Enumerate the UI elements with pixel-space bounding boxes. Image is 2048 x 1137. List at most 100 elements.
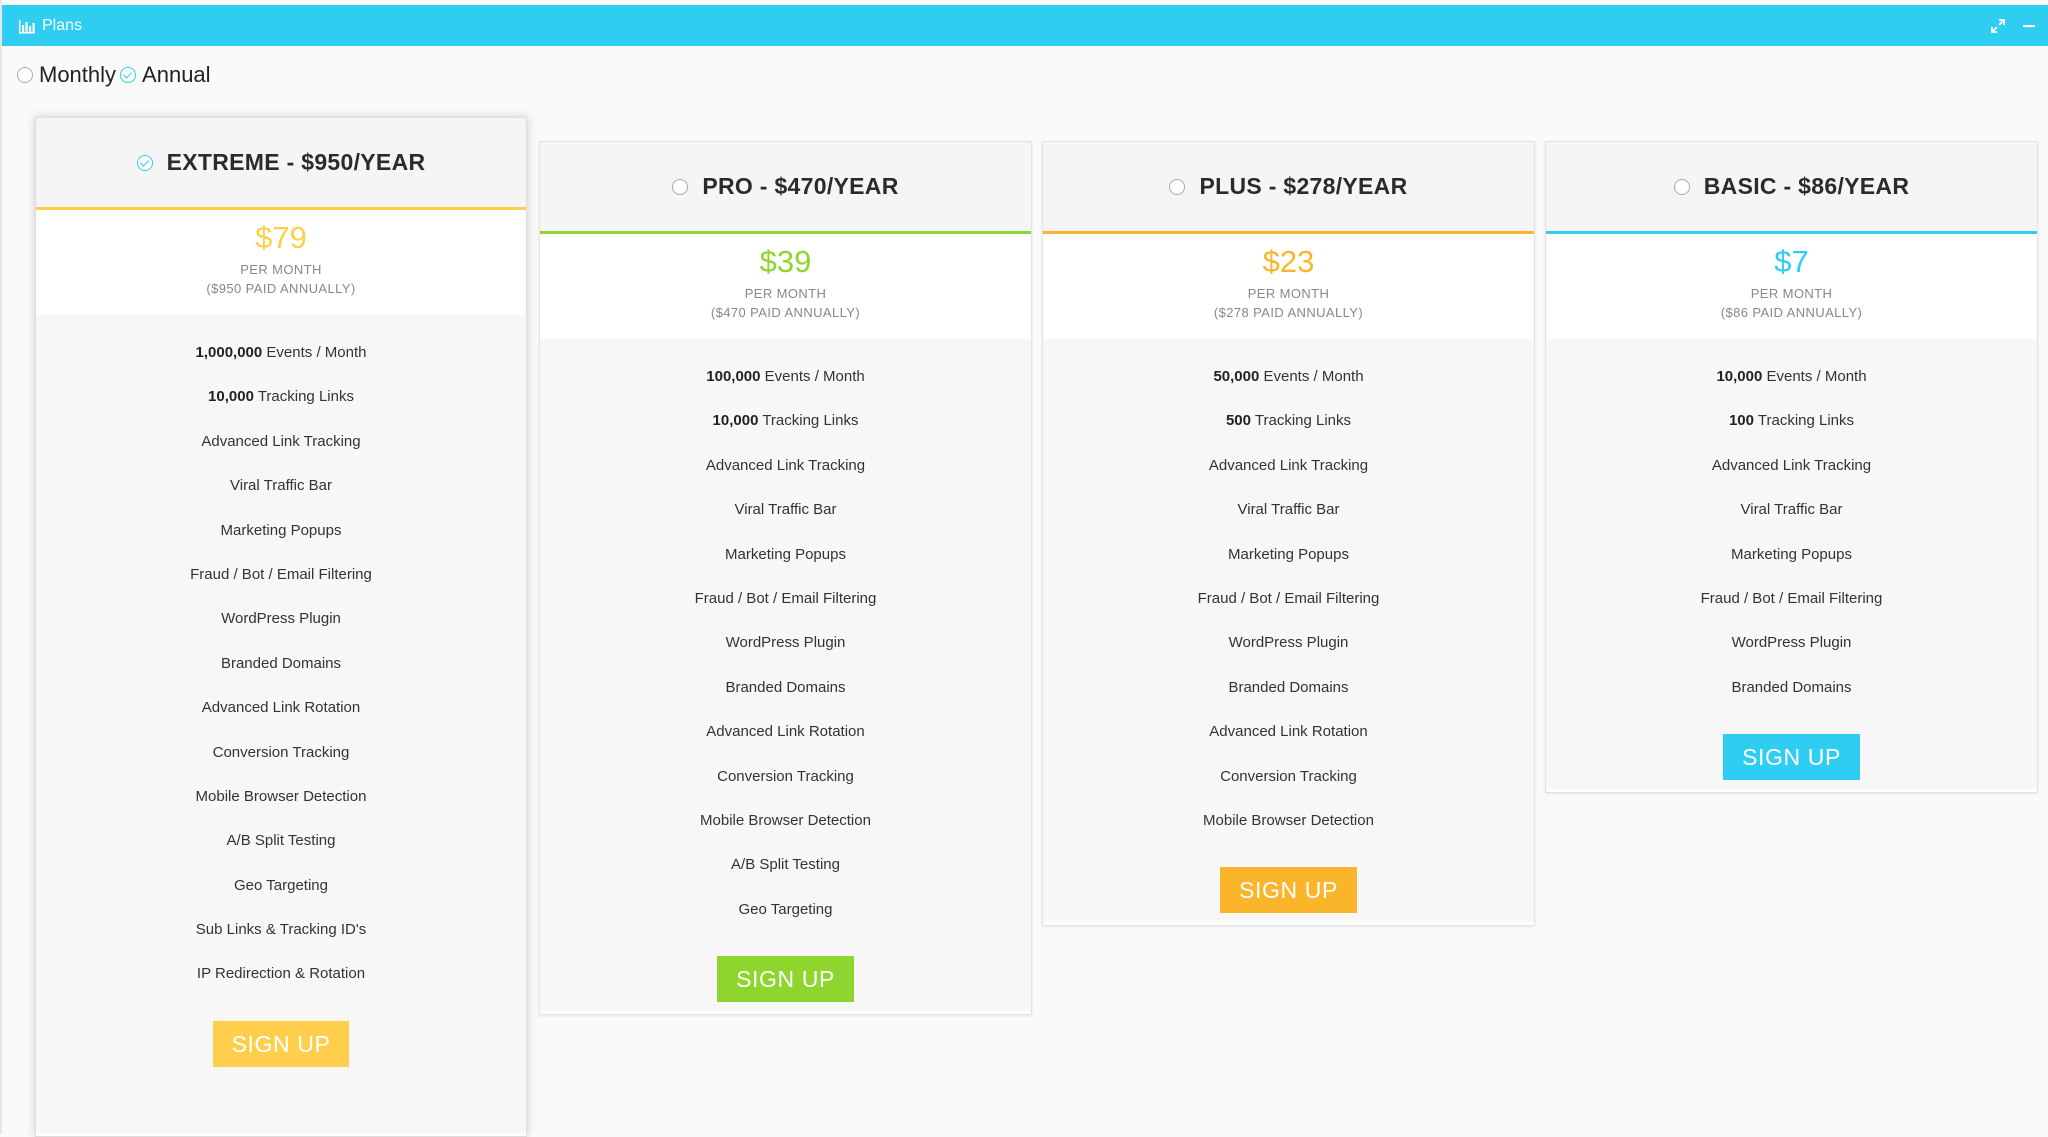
plan-card: PLUS - $278/YEAR $23 PER MONTH ($278 PAID A… xyxy=(1042,141,1535,926)
feature-item: A/B Split Testing xyxy=(540,843,1031,887)
paid-annually-label: ($950 PAID ANNUALLY) xyxy=(206,281,356,296)
feature-text: Advanced Link Rotation xyxy=(706,723,865,741)
feature-text: Geo Targeting xyxy=(738,900,833,918)
feature-item: Branded Domains xyxy=(1043,666,1534,710)
sign-up-button[interactable]: SIGN UP xyxy=(717,956,854,1003)
feature-text: Advanced Link Tracking xyxy=(201,432,361,450)
sign-up-button[interactable]: SIGN UP xyxy=(1220,867,1357,914)
plan-radio[interactable] xyxy=(136,154,153,171)
feature-item: Sub Links & Tracking ID's xyxy=(36,908,526,952)
feature-item: Mobile Browser Detection xyxy=(36,775,526,819)
feature-text: Viral Traffic Bar xyxy=(734,501,837,519)
feature-text: Events / Month xyxy=(1762,368,1867,385)
feature-text: Marketing Popups xyxy=(1228,545,1349,563)
feature-text: Advanced Link Rotation xyxy=(1209,723,1368,741)
plan-header[interactable]: EXTREME - $950/YEAR xyxy=(36,118,526,210)
minimize-icon[interactable] xyxy=(2022,18,2036,34)
feature-text: Mobile Browser Detection xyxy=(195,787,367,805)
feature-value: 1,000,000 xyxy=(195,344,263,361)
feature-text: Conversion Tracking xyxy=(1220,767,1357,785)
feature-item: Marketing Popups xyxy=(1043,533,1534,577)
feature-text: Viral Traffic Bar xyxy=(230,477,332,495)
feature-item: Fraud / Bot / Email Filtering xyxy=(540,577,1031,621)
feature-text: Fraud / Bot / Email Filtering xyxy=(694,589,877,607)
feature-item: Advanced Link Rotation xyxy=(36,686,526,730)
feature-item: Geo Targeting xyxy=(540,888,1031,932)
panel-titlebar: Plans xyxy=(2,5,2048,46)
feature-item: 50,000 Events / Month xyxy=(1043,355,1534,399)
plan-header[interactable]: BASIC - $86/YEAR xyxy=(1546,142,2037,234)
feature-text: WordPress Plugin xyxy=(1228,634,1349,652)
plan-price: $39 xyxy=(759,244,812,279)
feature-text: Advanced Link Tracking xyxy=(705,456,866,474)
feature-list: 100,000 Events / Month 10,000 Tracking Li… xyxy=(540,339,1031,1011)
feature-item: Viral Traffic Bar xyxy=(1546,488,2037,532)
feature-item: Fraud / Bot / Email Filtering xyxy=(1043,577,1534,621)
feature-item: IP Redirection & Rotation xyxy=(36,952,526,996)
price-block: $7 PER MONTH ($86 PAID ANNUALLY) xyxy=(1546,234,2037,339)
feature-item: Branded Domains xyxy=(36,642,526,686)
bar-chart-icon xyxy=(19,19,35,33)
per-month-label: PER MONTH xyxy=(1750,286,1833,301)
feature-item: Advanced Link Rotation xyxy=(540,710,1031,754)
feature-item: Viral Traffic Bar xyxy=(1043,488,1534,532)
plan-price: $7 xyxy=(1774,244,1809,279)
feature-text: Fraud / Bot / Email Filtering xyxy=(1197,589,1380,607)
feature-text: Fraud / Bot / Email Filtering xyxy=(190,565,372,583)
feature-item: 100 Tracking Links xyxy=(1546,399,2037,443)
paid-annually-label: ($470 PAID ANNUALLY) xyxy=(710,305,861,320)
billing-toggle: Monthly Annual xyxy=(17,62,215,88)
feature-list: 50,000 Events / Month 500 Tracking Links A… xyxy=(1043,339,1534,922)
plan-name: PLUS - $278/YEAR xyxy=(1199,173,1408,199)
sign-up-button[interactable]: SIGN UP xyxy=(212,1020,350,1067)
feature-text: Sub Links & Tracking ID's xyxy=(195,921,367,939)
feature-text: Viral Traffic Bar xyxy=(1740,501,1843,519)
feature-item: Marketing Popups xyxy=(1546,533,2037,577)
monthly-radio[interactable] xyxy=(17,67,33,83)
feature-text: A/B Split Testing xyxy=(226,832,336,850)
feature-value: 10,000 xyxy=(712,412,759,430)
feature-value: 500 xyxy=(1225,412,1251,430)
feature-item: Geo Targeting xyxy=(36,864,526,908)
feature-item: 10,000 Events / Month xyxy=(1546,355,2037,399)
plan-name: EXTREME - $950/YEAR xyxy=(166,149,426,175)
feature-item: Advanced Link Tracking xyxy=(1546,444,2037,488)
feature-item: WordPress Plugin xyxy=(36,597,526,641)
feature-text: Branded Domains xyxy=(1228,678,1349,696)
plan-radio[interactable] xyxy=(1673,178,1690,195)
feature-text: Fraud / Bot / Email Filtering xyxy=(1700,589,1883,607)
plan-name: PRO - $470/YEAR xyxy=(702,173,899,199)
feature-text: Events / Month xyxy=(1259,368,1364,385)
sign-up-button[interactable]: SIGN UP xyxy=(1723,734,1860,781)
feature-item: Advanced Link Tracking xyxy=(36,420,526,464)
feature-text: A/B Split Testing xyxy=(731,856,840,874)
plan-card: EXTREME - $950/YEAR $79 PER MONTH ($950 PAI… xyxy=(35,117,527,1137)
monthly-label[interactable]: Monthly xyxy=(39,62,116,88)
feature-text: WordPress Plugin xyxy=(725,634,846,652)
feature-text: Mobile Browser Detection xyxy=(700,811,871,829)
feature-value: 50,000 xyxy=(1213,368,1260,385)
feature-item: WordPress Plugin xyxy=(1043,621,1534,665)
feature-item: WordPress Plugin xyxy=(540,621,1031,665)
price-block: $39 PER MONTH ($470 PAID ANNUALLY) xyxy=(540,234,1031,339)
plan-radio[interactable] xyxy=(672,178,689,195)
plan-header[interactable]: PLUS - $278/YEAR xyxy=(1043,142,1534,234)
feature-item: Mobile Browser Detection xyxy=(1043,799,1534,843)
feature-text: WordPress Plugin xyxy=(1731,634,1852,652)
feature-text: Advanced Link Tracking xyxy=(1711,456,1872,474)
feature-text: Conversion Tracking xyxy=(212,743,350,761)
per-month-label: PER MONTH xyxy=(240,262,322,277)
feature-value: 10,000 xyxy=(208,388,254,406)
annual-radio[interactable] xyxy=(120,67,137,83)
annual-label[interactable]: Annual xyxy=(142,62,211,88)
plan-header[interactable]: PRO - $470/YEAR xyxy=(540,142,1031,234)
plan-price: $23 xyxy=(1262,244,1315,279)
per-month-label: PER MONTH xyxy=(1247,286,1330,301)
feature-item: Conversion Tracking xyxy=(36,731,526,775)
plan-name: BASIC - $86/YEAR xyxy=(1703,173,1910,199)
price-block: $79 PER MONTH ($950 PAID ANNUALLY) xyxy=(36,210,526,315)
expand-icon[interactable] xyxy=(1990,18,2006,34)
feature-text: WordPress Plugin xyxy=(221,610,341,628)
plan-radio[interactable] xyxy=(1169,178,1186,195)
feature-item: A/B Split Testing xyxy=(36,819,526,863)
